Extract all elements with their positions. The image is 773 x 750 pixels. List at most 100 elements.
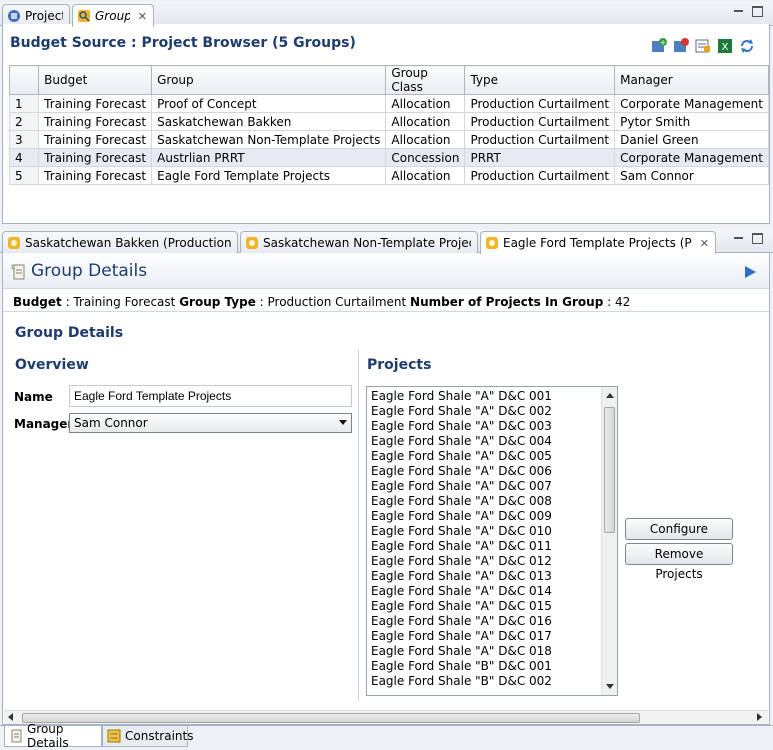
scroll-down-icon[interactable]: [606, 684, 614, 689]
maximize-icon[interactable]: [752, 6, 763, 17]
scroll-left-icon[interactable]: [8, 713, 13, 721]
group-editor-icon: [485, 236, 499, 250]
table-header-row: Budget Group Group Class Type Manager: [8, 65, 769, 95]
cell-group: Eagle Ford Template Projects: [151, 166, 387, 185]
refresh-icon[interactable]: [739, 38, 755, 54]
tab-saskatchewan-non-template[interactable]: Saskatchewan Non-Template Projec: [240, 231, 478, 253]
cell-manager: Corporate Management: [614, 148, 769, 167]
minimize-icon[interactable]: [733, 6, 744, 17]
list-item[interactable]: Eagle Ford Shale "A" D&C 012: [371, 554, 617, 569]
group-info-line: Budget : Training Forecast Group Type : …: [13, 295, 631, 309]
constraints-icon: [107, 729, 121, 743]
cell-type: Production Curtailment: [464, 130, 616, 149]
configure-projects-button[interactable]: Configure Projects: [625, 518, 733, 556]
cell-group: Saskatchewan Bakken: [151, 112, 387, 131]
manager-select[interactable]: Sam Connor: [69, 413, 352, 433]
projects-listbox[interactable]: Eagle Ford Shale "A" D&C 001 Eagle Ford …: [366, 386, 618, 696]
projects-title: Projects: [367, 357, 432, 373]
list-item[interactable]: Eagle Ford Shale "A" D&C 001: [371, 389, 617, 404]
excel-export-icon[interactable]: X: [717, 38, 733, 54]
tab-groups[interactable]: Groups ✕: [72, 4, 154, 27]
edit-group-icon[interactable]: [695, 38, 711, 54]
col-header-type[interactable]: Type: [464, 65, 616, 95]
projects-scrollbar[interactable]: [601, 387, 617, 695]
column-divider: [358, 349, 359, 701]
list-item[interactable]: Eagle Ford Shale "A" D&C 011: [371, 539, 617, 554]
browser-toolbar: + X: [651, 38, 755, 54]
list-item[interactable]: Eagle Ford Shale "A" D&C 015: [371, 599, 617, 614]
table-row[interactable]: 3 Training Forecast Saskatchewan Non-Tem…: [8, 130, 769, 149]
list-item[interactable]: Eagle Ford Shale "B" D&C 001: [371, 659, 617, 674]
list-item[interactable]: Eagle Ford Shale "A" D&C 004: [371, 434, 617, 449]
scroll-doc-icon: [9, 729, 23, 743]
budget-label: Budget: [13, 295, 62, 309]
list-item[interactable]: Eagle Ford Shale "B" D&C 002: [371, 674, 617, 689]
name-field[interactable]: [69, 385, 352, 407]
scroll-right-icon[interactable]: [757, 713, 762, 721]
tab-saskatchewan-bakken[interactable]: Saskatchewan Bakken (Production: [2, 231, 238, 253]
tab-constraints[interactable]: Constraints: [102, 726, 193, 747]
editor-view-controls: [733, 233, 763, 244]
list-item[interactable]: Eagle Ford Shale "A" D&C 014: [371, 584, 617, 599]
close-icon[interactable]: ✕: [138, 10, 147, 23]
add-group-icon[interactable]: +: [651, 38, 667, 54]
delete-group-icon[interactable]: [673, 38, 689, 54]
list-item[interactable]: Eagle Ford Shale "A" D&C 007: [371, 479, 617, 494]
table-row-selected[interactable]: 4 Training Forecast Austrlian PRRT Conce…: [8, 148, 769, 167]
list-item[interactable]: Eagle Ford Shale "A" D&C 002: [371, 404, 617, 419]
cell-manager: Pytor Smith: [614, 112, 769, 131]
list-item[interactable]: Eagle Ford Shale "A" D&C 005: [371, 449, 617, 464]
list-item[interactable]: Eagle Ford Shale "A" D&C 016: [371, 614, 617, 629]
list-item[interactable]: Eagle Ford Shale "A" D&C 008: [371, 494, 617, 509]
list-item[interactable]: Eagle Ford Shale "A" D&C 017: [371, 629, 617, 644]
cell-manager: Sam Connor: [614, 166, 769, 185]
list-item[interactable]: Eagle Ford Shale "A" D&C 006: [371, 464, 617, 479]
cell-manager: Daniel Green: [614, 130, 769, 149]
minimize-icon[interactable]: [733, 233, 744, 244]
group-details-editor: Group Details Budget : Training Forecast…: [2, 253, 770, 725]
cell-type: PRRT: [464, 148, 616, 167]
group-editor-icon: [7, 236, 21, 250]
col-header-rownum[interactable]: [8, 65, 40, 95]
projects-list: Eagle Ford Shale "A" D&C 001 Eagle Ford …: [367, 387, 617, 689]
tab-projects[interactable]: Projects: [2, 4, 70, 26]
tab-eagle-ford-template[interactable]: Eagle Ford Template Projects (Prod ✕: [480, 231, 716, 254]
chevron-down-icon: [339, 420, 347, 425]
group-editor-icon: [245, 236, 259, 250]
project-browser-panel: Budget Source : Project Browser (5 Group…: [2, 24, 770, 224]
cell-group: Saskatchewan Non-Template Projects: [151, 130, 387, 149]
scroll-thumb[interactable]: [604, 407, 615, 533]
maximize-icon[interactable]: [752, 233, 763, 244]
list-item[interactable]: Eagle Ford Shale "A" D&C 013: [371, 569, 617, 584]
overview-title: Overview: [15, 357, 89, 373]
run-icon[interactable]: [743, 265, 757, 282]
svg-text:+: +: [660, 38, 667, 47]
col-header-budget[interactable]: Budget: [38, 65, 153, 95]
cell-type: Production Curtailment: [464, 112, 616, 131]
col-header-manager[interactable]: Manager: [614, 65, 769, 95]
row-number: 1: [8, 94, 40, 113]
remove-projects-button[interactable]: Remove Projects: [625, 543, 733, 581]
editor-horizontal-scrollbar[interactable]: [4, 710, 768, 724]
tab-group-details[interactable]: Group Details: [4, 722, 102, 750]
cell-budget: Training Forecast: [38, 148, 153, 167]
table-row[interactable]: 2 Training Forecast Saskatchewan Bakken …: [8, 112, 769, 131]
table-row[interactable]: 5 Training Forecast Eagle Ford Template …: [8, 166, 769, 185]
list-item[interactable]: Eagle Ford Shale "A" D&C 009: [371, 509, 617, 524]
col-header-group-class[interactable]: Group Class: [385, 65, 466, 95]
horizontal-scroll-thumb[interactable]: [22, 713, 640, 723]
row-number: 3: [8, 130, 40, 149]
budget-value: Training Forecast: [73, 295, 176, 309]
list-item[interactable]: Eagle Ford Shale "A" D&C 018: [371, 644, 617, 659]
manager-value: Sam Connor: [74, 416, 148, 430]
col-header-group[interactable]: Group: [151, 65, 387, 95]
list-item[interactable]: Eagle Ford Shale "A" D&C 003: [371, 419, 617, 434]
scroll-up-icon[interactable]: [606, 393, 614, 398]
group-type-label: Group Type: [179, 295, 256, 309]
svg-text:X: X: [722, 42, 729, 53]
close-icon[interactable]: ✕: [700, 237, 709, 250]
table-row[interactable]: 1 Training Forecast Proof of Concept All…: [8, 94, 769, 113]
list-item[interactable]: Eagle Ford Shale "A" D&C 010: [371, 524, 617, 539]
projects-icon: [7, 9, 21, 23]
cell-type: Production Curtailment: [464, 94, 616, 113]
